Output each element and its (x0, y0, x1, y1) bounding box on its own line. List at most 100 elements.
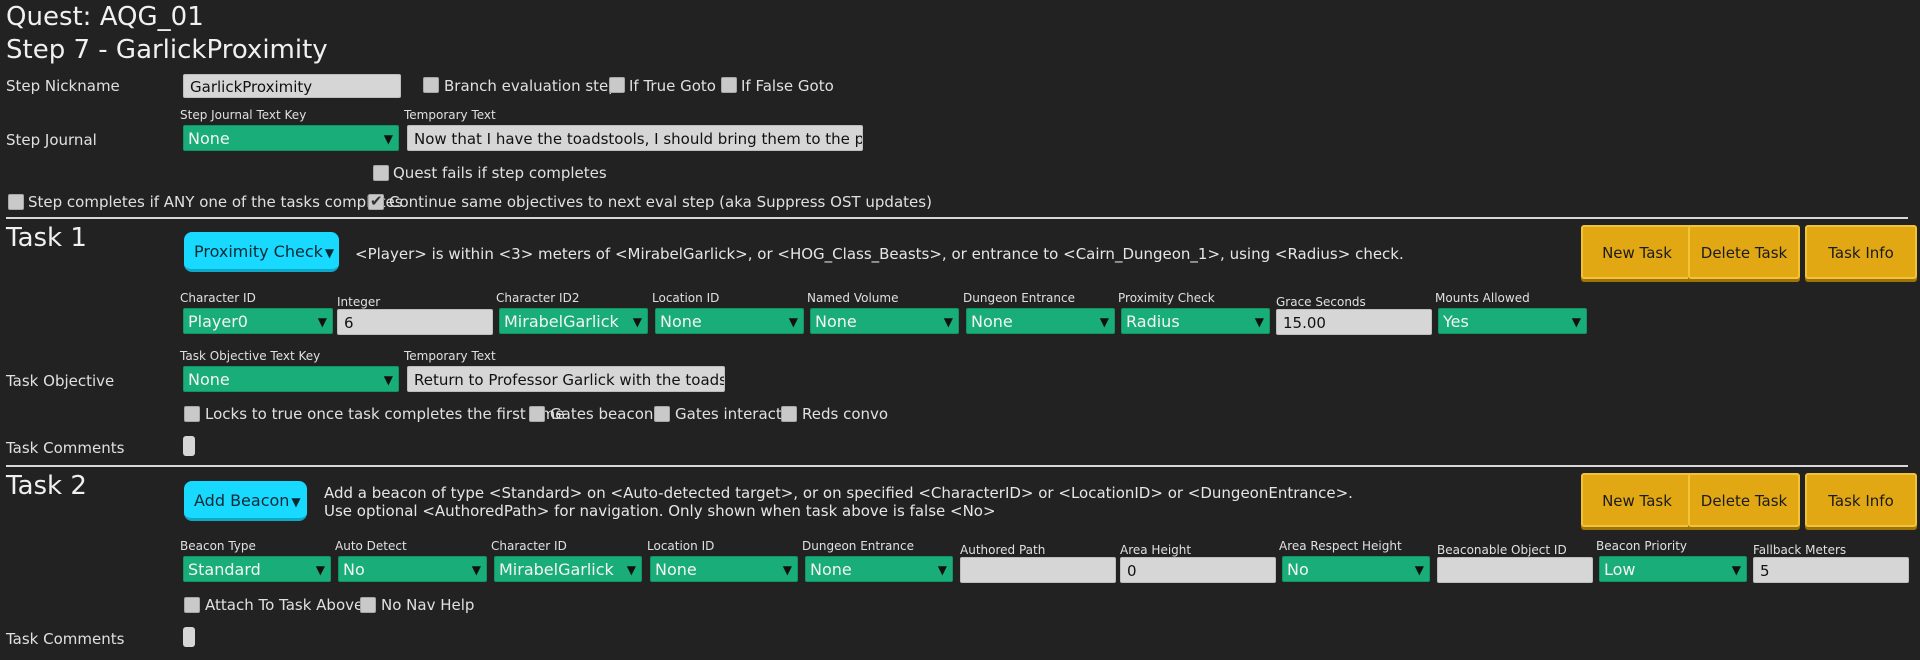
t2-no-nav-help-label: No Nav Help (381, 596, 475, 614)
t1-objective-key-label: Task Objective Text Key (180, 349, 321, 363)
t2-auto-detect-label: Auto Detect (335, 539, 407, 553)
if-true-goto-label: If True Goto (629, 77, 716, 95)
t1-objective-key-value: None (188, 370, 230, 389)
chevron-down-icon: ▼ (632, 315, 642, 329)
chevron-down-icon: ▼ (471, 563, 481, 577)
if-false-goto-label: If False Goto (741, 77, 834, 95)
t1-objective-key-dropdown[interactable]: None ▼ (183, 366, 399, 392)
t2-beacon-type-value: Standard (188, 560, 261, 579)
task1-type-button[interactable]: Proximity Check ▼ (184, 232, 339, 272)
task2-description-line2: Use optional <AuthoredPath> for navigati… (324, 502, 996, 520)
any-task-label: Step completes if ANY one of the tasks c… (28, 193, 403, 211)
t1-location-id-dropdown[interactable]: None ▼ (655, 308, 804, 334)
t2-area-respect-height-value: No (1287, 560, 1309, 579)
task2-new-task-button[interactable]: New Task (1581, 473, 1693, 527)
task1-description: <Player> is within <3> meters of <Mirabe… (355, 245, 1404, 263)
chevron-down-icon: ▼ (383, 373, 393, 387)
chevron-down-icon: ▼ (1414, 563, 1424, 577)
t2-location-id-label: Location ID (647, 539, 715, 553)
t1-grace-seconds-input[interactable]: 15.00 (1276, 309, 1432, 335)
task1-delete-task-button[interactable]: Delete Task (1688, 225, 1800, 279)
t1-reds-convo-label: Reds convo (802, 405, 889, 423)
t1-objective-temp-text-input[interactable]: Return to Professor Garlick with the toa… (407, 366, 725, 392)
t2-character-id-value: MirabelGarlick (499, 560, 614, 579)
any-task-checkbox[interactable] (8, 194, 24, 210)
t1-mounts-allowed-label: Mounts Allowed (1435, 291, 1530, 305)
t2-auto-detect-dropdown[interactable]: No ▼ (338, 556, 487, 582)
t1-integer-input[interactable]: 6 (337, 309, 493, 335)
t1-dungeon-entrance-label: Dungeon Entrance (963, 291, 1075, 305)
t2-fallback-meters-input[interactable]: 5 (1753, 557, 1909, 583)
t1-gates-beacon-label: Gates beacon (550, 405, 654, 423)
t1-dungeon-entrance-value: None (971, 312, 1013, 331)
t1-character-id-value: Player0 (188, 312, 248, 331)
t2-no-nav-help-checkbox[interactable] (360, 597, 376, 613)
quest-fails-checkbox[interactable] (373, 165, 389, 181)
t2-beacon-type-dropdown[interactable]: Standard ▼ (183, 556, 331, 582)
t1-named-volume-value: None (815, 312, 857, 331)
t2-dungeon-entrance-value: None (810, 560, 852, 579)
t1-comments-input[interactable] (183, 436, 195, 456)
task2-delete-task-button[interactable]: Delete Task (1688, 473, 1800, 527)
chevron-down-icon: ▼ (782, 563, 792, 577)
t1-location-id-label: Location ID (652, 291, 720, 305)
t1-proximity-check-dropdown[interactable]: Radius ▼ (1121, 308, 1270, 334)
t2-attach-above-checkbox[interactable] (184, 597, 200, 613)
t2-dungeon-entrance-label: Dungeon Entrance (802, 539, 914, 553)
t1-integer-label: Integer (337, 295, 381, 309)
journal-temp-text-input[interactable]: Now that I have the toadstools, I should… (407, 125, 863, 151)
task2-type-label: Add Beacon (194, 491, 290, 510)
t1-character-id2-dropdown[interactable]: MirabelGarlick ▼ (499, 308, 648, 334)
t1-mounts-allowed-dropdown[interactable]: Yes ▼ (1438, 308, 1587, 334)
task1-info-button[interactable]: Task Info (1805, 225, 1917, 279)
t2-authored-path-input[interactable] (960, 557, 1116, 583)
t1-comments-label: Task Comments (6, 439, 125, 457)
t2-area-height-input[interactable]: 0 (1120, 557, 1276, 583)
task2-info-button[interactable]: Task Info (1805, 473, 1917, 527)
if-true-goto-checkbox[interactable] (609, 77, 625, 93)
journal-key-dropdown[interactable]: None ▼ (183, 125, 399, 151)
t2-character-id-dropdown[interactable]: MirabelGarlick ▼ (494, 556, 642, 582)
t1-dungeon-entrance-dropdown[interactable]: None ▼ (966, 308, 1115, 334)
t1-mounts-allowed-value: Yes (1443, 312, 1469, 331)
chevron-down-icon: ▼ (788, 315, 798, 329)
t1-proximity-check-label: Proximity Check (1118, 291, 1215, 305)
t1-character-id-dropdown[interactable]: Player0 ▼ (183, 308, 333, 334)
t2-location-id-dropdown[interactable]: None ▼ (650, 556, 798, 582)
t1-character-id2-label: Character ID2 (496, 291, 580, 305)
t2-beacon-priority-dropdown[interactable]: Low ▼ (1599, 556, 1747, 582)
t2-beacon-type-label: Beacon Type (180, 539, 256, 553)
chevron-down-icon: ▼ (626, 563, 636, 577)
t2-fallback-meters-label: Fallback Meters (1753, 543, 1847, 557)
t2-area-respect-height-dropdown[interactable]: No ▼ (1282, 556, 1430, 582)
task-objective-label: Task Objective (6, 372, 115, 390)
task1-type-label: Proximity Check (194, 242, 323, 261)
t1-gates-interact-checkbox[interactable] (654, 406, 670, 422)
task1-title: Task 1 (6, 223, 87, 253)
chevron-down-icon: ▼ (1571, 315, 1581, 329)
t2-dungeon-entrance-dropdown[interactable]: None ▼ (805, 556, 953, 582)
t2-comments-input[interactable] (183, 627, 195, 647)
t1-gates-beacon-checkbox[interactable] (529, 406, 545, 422)
step-title: Step 7 - GarlickProximity (6, 35, 328, 65)
task2-type-button[interactable]: Add Beacon ▼ (184, 481, 307, 521)
t1-reds-convo-checkbox[interactable] (781, 406, 797, 422)
temp-text-label: Temporary Text (404, 108, 496, 122)
step-nickname-input[interactable]: GarlickProximity (183, 74, 401, 98)
chevron-down-icon: ▼ (943, 315, 953, 329)
branch-eval-checkbox[interactable] (423, 77, 439, 93)
task1-new-task-button[interactable]: New Task (1581, 225, 1693, 279)
t1-proximity-check-value: Radius (1126, 312, 1180, 331)
task1-divider (6, 217, 1908, 219)
continue-same-checkbox[interactable] (368, 192, 384, 210)
t2-location-id-value: None (655, 560, 697, 579)
t2-auto-detect-value: No (343, 560, 365, 579)
t1-locks-checkbox[interactable] (184, 406, 200, 422)
t2-beaconable-object-id-input[interactable] (1437, 557, 1593, 583)
t1-grace-seconds-label: Grace Seconds (1276, 295, 1366, 309)
if-false-goto-checkbox[interactable] (721, 77, 737, 93)
t2-authored-path-label: Authored Path (960, 543, 1046, 557)
t1-locks-label: Locks to true once task completes the fi… (205, 405, 565, 423)
quest-fails-label: Quest fails if step completes (393, 164, 607, 182)
t1-named-volume-dropdown[interactable]: None ▼ (810, 308, 959, 334)
